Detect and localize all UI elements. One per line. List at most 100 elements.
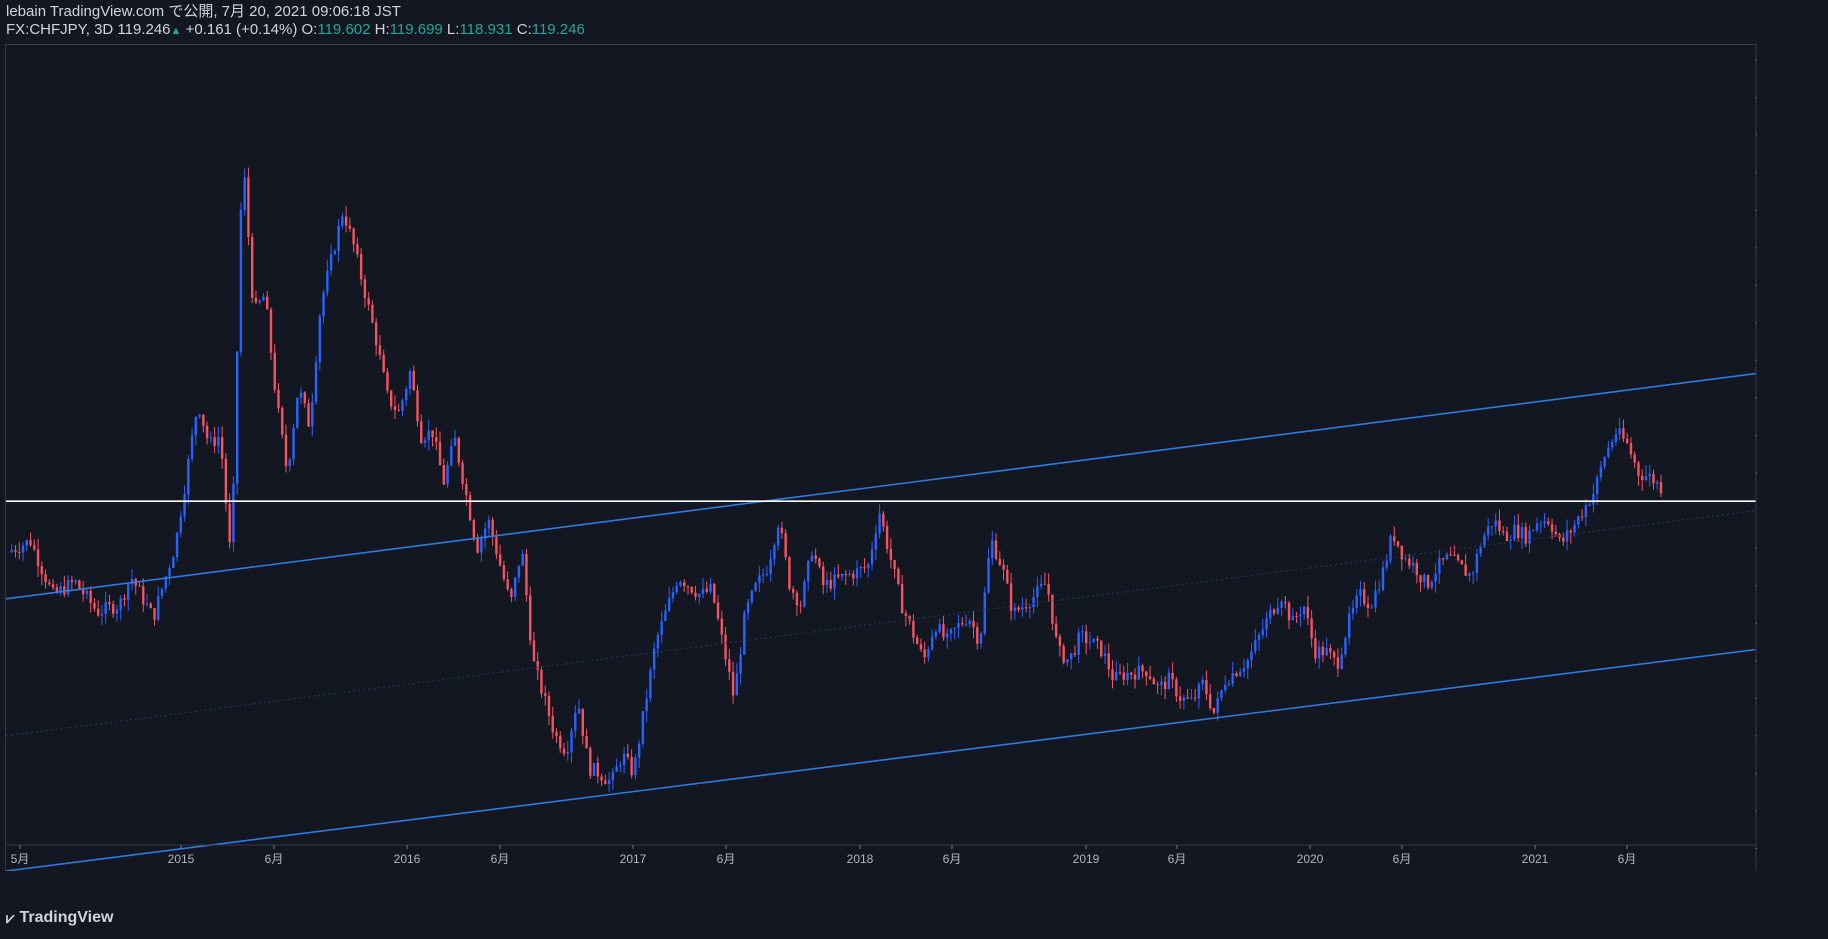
- candle-body: [525, 553, 528, 596]
- price-chart-svg[interactable]: 142.000140.000138.000136.000134.000132.0…: [6, 45, 1757, 871]
- candle-body: [1502, 531, 1505, 533]
- candle-body: [1648, 473, 1651, 477]
- candle-body: [949, 629, 953, 634]
- candle-body: [363, 279, 367, 299]
- candle-body: [85, 591, 89, 595]
- chart-canvas[interactable]: 142.000140.000138.000136.000134.000132.0…: [5, 44, 1757, 871]
- candle-body: [994, 540, 998, 559]
- candle-body: [683, 582, 686, 587]
- candle-body: [656, 634, 660, 649]
- candle-body: [104, 602, 107, 614]
- candle-body: [1092, 638, 1095, 643]
- candle-body: [776, 527, 780, 546]
- candle-body: [915, 637, 919, 645]
- candle-body: [1291, 616, 1295, 621]
- candle-body: [303, 392, 306, 404]
- candle-body: [1595, 476, 1599, 495]
- candle-body: [476, 537, 479, 553]
- candle-body: [1261, 629, 1264, 635]
- candle-body: [724, 634, 727, 660]
- candle-body: [510, 589, 513, 597]
- candle-body: [412, 370, 415, 391]
- candle-body: [517, 565, 521, 578]
- candle-body: [1062, 646, 1065, 663]
- candle-body: [743, 612, 746, 655]
- symbol-ohlc-line: FX:CHFJPY, 3D 119.246▲ +0.161 (+0.14%) O…: [6, 21, 585, 40]
- candle-body: [615, 766, 618, 772]
- candle-body: [585, 735, 588, 749]
- candle-body: [889, 548, 893, 561]
- time-tick-label: 2020: [1297, 852, 1324, 866]
- candle-body: [273, 352, 276, 390]
- candle-body: [1344, 637, 1347, 655]
- candle-body: [1329, 648, 1332, 653]
- candle-body: [1494, 520, 1497, 527]
- candle-body: [1633, 454, 1636, 463]
- candle-body: [66, 580, 70, 595]
- candle-body: [427, 430, 430, 441]
- candle-body: [1160, 681, 1163, 685]
- candle-body: [1490, 526, 1494, 528]
- candle-body: [1509, 539, 1512, 542]
- candle-body: [1430, 581, 1434, 588]
- candle-body: [435, 437, 438, 442]
- candle-body: [1103, 653, 1107, 657]
- candle-body: [281, 408, 284, 435]
- candle-body: [1284, 601, 1287, 603]
- candle-body: [1171, 672, 1174, 680]
- candle-body: [1107, 653, 1110, 670]
- candle-body: [600, 776, 603, 781]
- candle-body: [1193, 697, 1197, 699]
- price-axis-group: 142.000140.000138.000136.000134.000132.0…: [1755, 45, 1757, 871]
- candle-body: [337, 225, 340, 251]
- candle-body: [1573, 524, 1576, 533]
- candle-body: [1351, 607, 1355, 614]
- candle-body: [938, 624, 941, 632]
- candle-body: [1378, 589, 1381, 591]
- candle-body: [589, 748, 592, 776]
- candle-body: [1073, 653, 1077, 655]
- candle-body: [976, 627, 979, 644]
- candle-body: [348, 225, 352, 229]
- candle-body: [1280, 601, 1283, 608]
- candle-body: [1231, 673, 1234, 684]
- candle-body: [660, 620, 663, 635]
- candle-body: [288, 459, 291, 467]
- candle-body: [1111, 669, 1114, 681]
- candle-body: [859, 567, 862, 569]
- candle-body: [115, 609, 119, 614]
- candle-body: [96, 608, 100, 616]
- open-label: O:: [301, 21, 318, 38]
- candle-body: [698, 593, 701, 597]
- candle-body: [739, 654, 742, 674]
- candle-body: [551, 715, 554, 733]
- candle-body: [1614, 434, 1618, 442]
- candle-body: [224, 458, 228, 504]
- candle-body: [1310, 618, 1313, 639]
- candle-body: [250, 237, 254, 298]
- candle-body: [799, 605, 802, 607]
- candle-body: [446, 465, 449, 485]
- candle-body: [198, 414, 201, 417]
- candle-body: [423, 440, 427, 443]
- candle-body: [450, 445, 453, 466]
- time-tick-label: 2015: [168, 852, 195, 866]
- candle-body: [1622, 428, 1625, 439]
- change-value: +0.161 (+0.14%): [185, 21, 298, 38]
- candle-body: [927, 649, 930, 658]
- candle-body: [716, 602, 720, 619]
- candle-body: [814, 555, 817, 559]
- candle-body: [735, 673, 739, 696]
- candle-body: [51, 584, 55, 588]
- candle-body: [1212, 707, 1216, 713]
- candle-body: [431, 430, 434, 438]
- time-tick-label: 2021: [1522, 852, 1549, 866]
- candle-body: [1009, 583, 1013, 611]
- candle-body: [998, 558, 1001, 565]
- candle-body: [1637, 462, 1640, 476]
- candle-body: [138, 585, 141, 587]
- candle-body: [1550, 524, 1554, 532]
- candle-body: [822, 566, 825, 586]
- candle-body: [769, 559, 772, 574]
- candle-body: [341, 216, 344, 226]
